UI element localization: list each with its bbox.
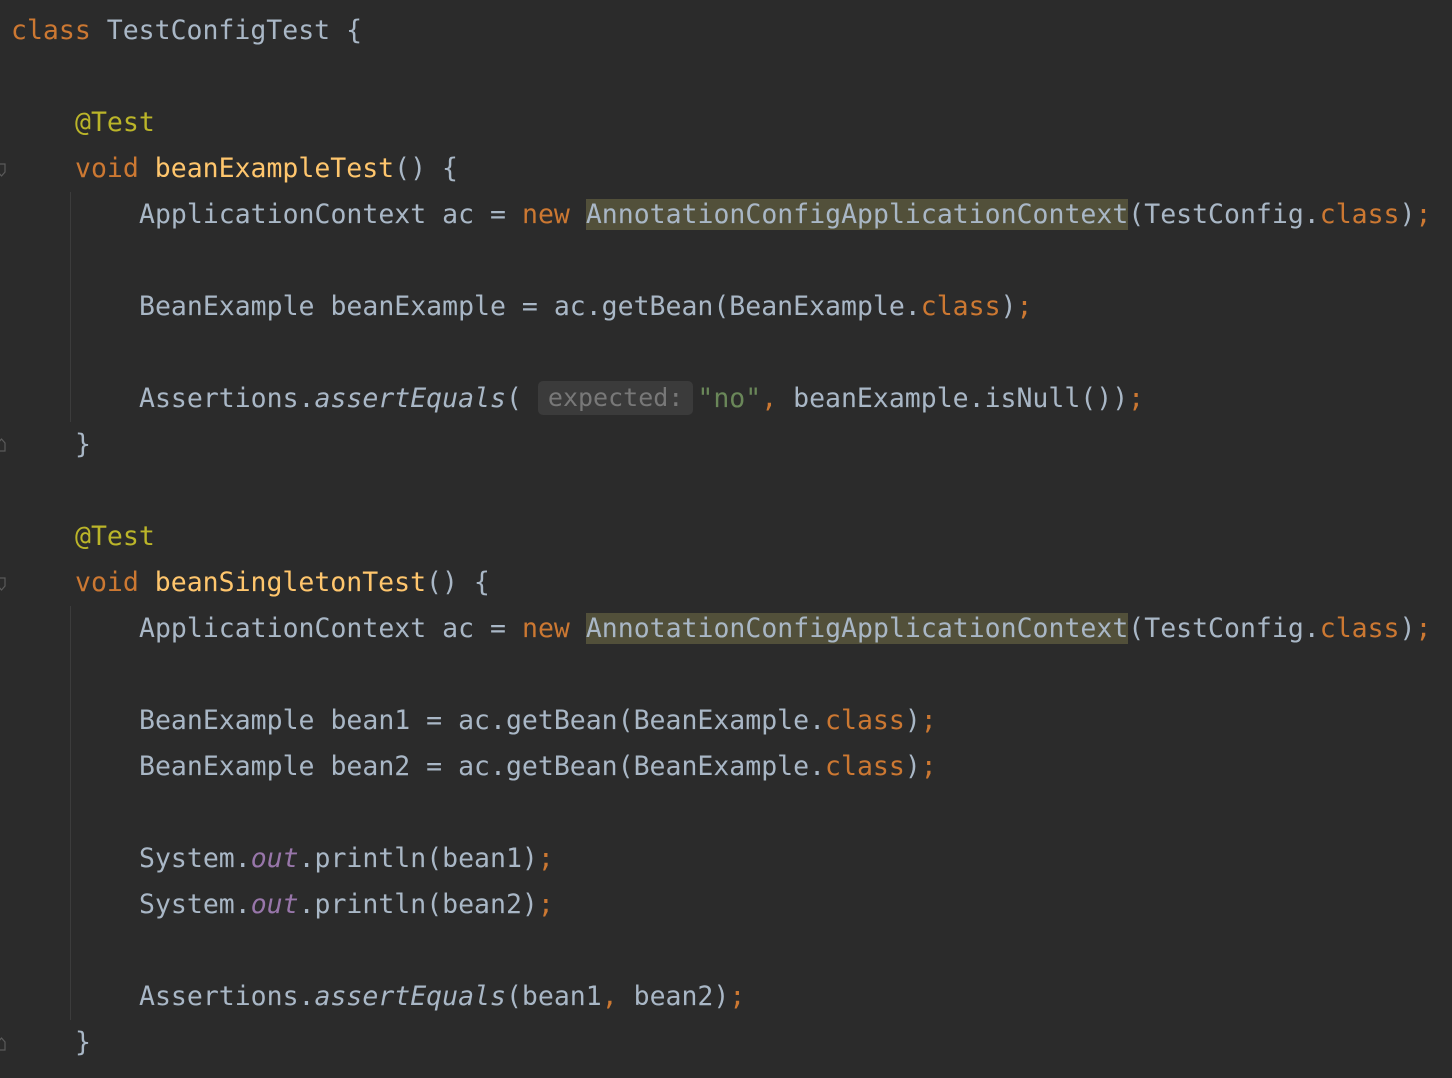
- class-literal-keyword: class: [1319, 613, 1400, 644]
- method-signature-tail: () {: [394, 153, 458, 184]
- argument-text: (bean1: [505, 981, 602, 1012]
- class-literal-keyword: class: [825, 705, 905, 736]
- assign-operator: =: [490, 199, 507, 230]
- code-editor[interactable]: class TestConfigTest { @Test void beanEx…: [0, 0, 1452, 1078]
- semicolon: ;: [1415, 613, 1432, 644]
- statement-text: BeanExample bean2 = ac.getBean(BeanExamp…: [139, 751, 826, 782]
- system-receiver: System.: [139, 843, 251, 874]
- argument-text: beanExample.isNull()): [777, 383, 1129, 414]
- code-statement-line[interactable]: ApplicationContext ac = new AnnotationCo…: [139, 192, 1431, 238]
- out-field: out: [250, 843, 299, 874]
- fold-start-icon[interactable]: [0, 163, 6, 177]
- close-paren: ): [1399, 613, 1416, 644]
- assign-operator: =: [490, 613, 507, 644]
- new-keyword: new: [521, 199, 570, 230]
- close-paren: ): [904, 705, 921, 736]
- semicolon: ;: [1016, 291, 1033, 322]
- code-statement-line[interactable]: BeanExample beanExample = ac.getBean(Bea…: [139, 284, 1032, 330]
- method-name: beanSingletonTest: [154, 567, 427, 598]
- variable-name: ac: [442, 199, 475, 230]
- code-statement-line[interactable]: BeanExample bean2 = ac.getBean(BeanExamp…: [139, 744, 937, 790]
- method-name: beanExampleTest: [154, 153, 395, 184]
- fold-start-icon[interactable]: [0, 577, 6, 591]
- variable-name: ac: [442, 613, 475, 644]
- semicolon: ;: [729, 981, 746, 1012]
- statement-text: BeanExample bean1 = ac.getBean(BeanExamp…: [139, 705, 826, 736]
- parameter-hint: expected:: [537, 381, 694, 415]
- fold-end-icon[interactable]: [0, 438, 6, 452]
- highlighted-constructor: AnnotationConfigApplicationContext: [585, 613, 1129, 644]
- string-literal: "no": [697, 383, 762, 414]
- close-paren: ): [1000, 291, 1017, 322]
- close-paren: ): [904, 751, 921, 782]
- test-annotation: @Test: [75, 521, 155, 552]
- semicolon: ;: [920, 705, 937, 736]
- highlighted-constructor: AnnotationConfigApplicationContext: [585, 199, 1129, 230]
- annotation-line[interactable]: @Test: [75, 514, 155, 560]
- close-brace: }: [75, 429, 91, 460]
- indent-guide: [70, 192, 71, 422]
- class-declaration-line[interactable]: class TestConfigTest {: [11, 8, 362, 54]
- open-brace: {: [346, 15, 363, 46]
- class-keyword: class: [11, 15, 91, 46]
- code-statement-line[interactable]: Assertions.assertEquals(bean1, bean2);: [139, 974, 745, 1020]
- class-literal-keyword: class: [920, 291, 1001, 322]
- type-name: ApplicationContext: [139, 199, 427, 230]
- comma: ,: [601, 981, 618, 1012]
- code-statement-line[interactable]: BeanExample bean1 = ac.getBean(BeanExamp…: [139, 698, 937, 744]
- class-literal-keyword: class: [1319, 199, 1400, 230]
- code-statement-line[interactable]: Assertions.assertEquals( expected: "no", …: [139, 376, 1144, 422]
- semicolon: ;: [537, 889, 554, 920]
- system-receiver: System.: [139, 889, 251, 920]
- class-name: TestConfigTest: [106, 15, 331, 46]
- close-brace: }: [75, 1027, 91, 1058]
- close-brace-line[interactable]: }: [75, 422, 91, 468]
- assert-equals-call: assertEquals: [314, 383, 506, 414]
- method-declaration-line[interactable]: void beanSingletonTest() {: [75, 560, 490, 606]
- type-name: ApplicationContext: [139, 613, 427, 644]
- test-annotation: @Test: [75, 107, 155, 138]
- method-signature-tail: () {: [426, 567, 490, 598]
- indent-guide: [70, 606, 71, 1020]
- close-paren: ): [1399, 199, 1416, 230]
- semicolon: ;: [920, 751, 937, 782]
- fold-end-icon[interactable]: [0, 1037, 6, 1051]
- semicolon: ;: [1415, 199, 1432, 230]
- statement-text: BeanExample beanExample = ac.getBean(Bea…: [139, 291, 921, 322]
- new-keyword: new: [521, 613, 570, 644]
- close-brace-line[interactable]: }: [75, 1020, 91, 1066]
- argument-text: bean2): [617, 981, 730, 1012]
- constructor-args: (TestConfig.: [1128, 199, 1320, 230]
- code-statement-line[interactable]: ApplicationContext ac = new AnnotationCo…: [139, 606, 1431, 652]
- println-call: .println(bean2): [298, 889, 538, 920]
- semicolon: ;: [1128, 383, 1145, 414]
- annotation-line[interactable]: @Test: [75, 100, 155, 146]
- assertions-receiver: Assertions.: [139, 383, 315, 414]
- constructor-args: (TestConfig.: [1128, 613, 1320, 644]
- semicolon: ;: [537, 843, 554, 874]
- comma: ,: [761, 383, 778, 414]
- code-statement-line[interactable]: System.out.println(bean1);: [139, 836, 554, 882]
- void-keyword: void: [75, 567, 139, 598]
- void-keyword: void: [75, 153, 139, 184]
- assert-equals-call: assertEquals: [314, 981, 506, 1012]
- method-declaration-line[interactable]: void beanExampleTest() {: [75, 146, 458, 192]
- class-literal-keyword: class: [825, 751, 905, 782]
- open-paren: (: [505, 383, 522, 414]
- out-field: out: [250, 889, 299, 920]
- code-statement-line[interactable]: System.out.println(bean2);: [139, 882, 554, 928]
- assertions-receiver: Assertions.: [139, 981, 315, 1012]
- println-call: .println(bean1): [298, 843, 538, 874]
